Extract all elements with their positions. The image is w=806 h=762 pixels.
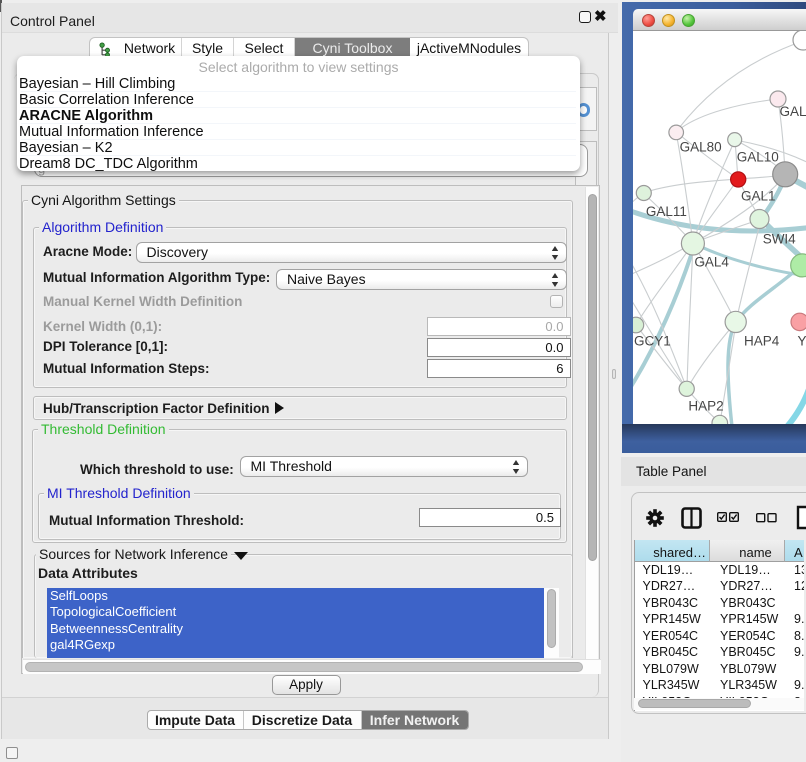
svg-text:GAL1: GAL1: [741, 189, 776, 204]
svg-text:GAL4: GAL4: [694, 255, 729, 270]
svg-text:HAP2: HAP2: [688, 399, 723, 414]
svg-text:SWI4: SWI4: [763, 232, 796, 247]
svg-text:GCY1: GCY1: [634, 334, 671, 349]
svg-text:GAL80: GAL80: [680, 140, 722, 155]
svg-text:GAL7: GAL7: [780, 104, 806, 119]
svg-text:GAL10: GAL10: [737, 150, 779, 165]
svg-text:HAP4: HAP4: [744, 334, 780, 349]
svg-text:GAL11: GAL11: [646, 204, 687, 219]
svg-text:Y: Y: [798, 334, 806, 349]
